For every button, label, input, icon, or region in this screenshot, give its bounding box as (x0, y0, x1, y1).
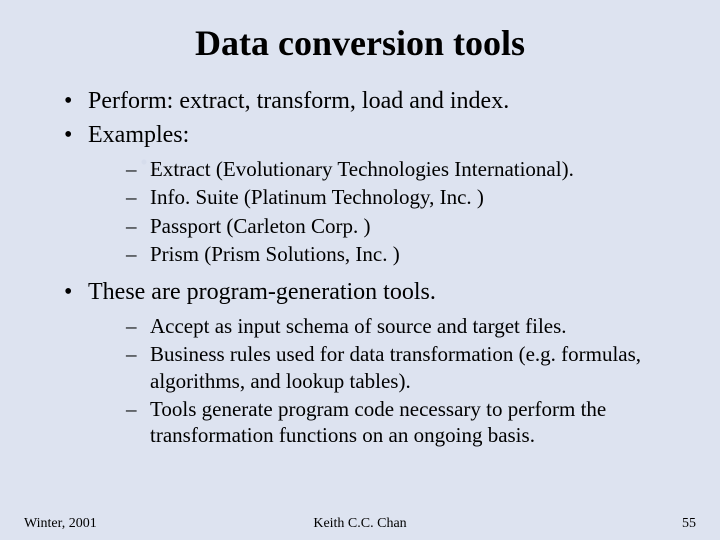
slide-footer: Winter, 2001 Keith C.C. Chan 55 (0, 516, 720, 532)
list-item: Prism (Prism Solutions, Inc. ) (124, 241, 678, 267)
bullet-text: Examples: (88, 122, 189, 148)
bullet-list-level2-examples: Extract (Evolutionary Technologies Inter… (124, 156, 678, 267)
item-text: Business rules used for data transformat… (150, 342, 641, 392)
item-text: Passport (Carleton Corp. ) (150, 214, 370, 238)
bullet-program-generation: These are program-generation tools. Acce… (60, 277, 678, 448)
list-item: Passport (Carleton Corp. ) (124, 213, 678, 239)
item-text: Extract (Evolutionary Technologies Inter… (150, 157, 574, 181)
footer-page: 55 (682, 516, 696, 532)
list-item: Business rules used for data transformat… (124, 341, 678, 394)
bullet-examples: Examples: Extract (Evolutionary Technolo… (60, 120, 678, 267)
bullet-text: Perform: extract, transform, load and in… (88, 88, 509, 114)
list-item: Info. Suite (Platinum Technology, Inc. ) (124, 184, 678, 210)
list-item: Accept as input schema of source and tar… (124, 313, 678, 339)
item-text: Info. Suite (Platinum Technology, Inc. ) (150, 185, 484, 209)
footer-author: Keith C.C. Chan (0, 516, 720, 532)
item-text: Accept as input schema of source and tar… (150, 314, 567, 338)
bullet-list-level1: Perform: extract, transform, load and in… (60, 86, 678, 448)
slide-title: Data conversion tools (42, 22, 678, 64)
bullet-list-level2-programgen: Accept as input schema of source and tar… (124, 313, 678, 448)
item-text: Prism (Prism Solutions, Inc. ) (150, 242, 400, 266)
footer-date: Winter, 2001 (24, 516, 97, 532)
list-item: Extract (Evolutionary Technologies Inter… (124, 156, 678, 182)
bullet-text: These are program-generation tools. (88, 279, 436, 305)
item-text: Tools generate program code necessary to… (150, 397, 606, 447)
slide: Data conversion tools Perform: extract, … (0, 0, 720, 540)
bullet-perform: Perform: extract, transform, load and in… (60, 86, 678, 116)
list-item: Tools generate program code necessary to… (124, 396, 678, 449)
